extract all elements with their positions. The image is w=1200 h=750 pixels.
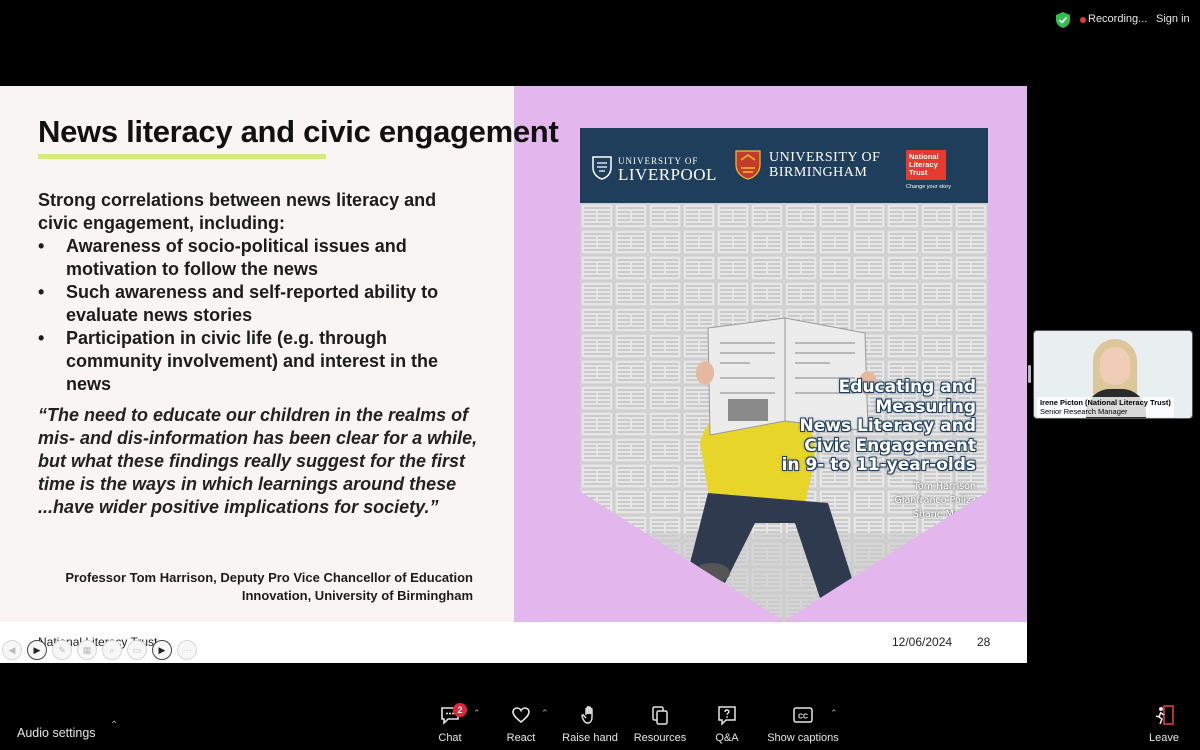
slide-intro: Strong correlations between news literac… [38,190,437,233]
captions-icon: CC [793,707,813,723]
liverpool-logo-big: LIVERPOOL [618,165,717,184]
raise-hand-label: Raise hand [562,732,618,744]
cover-authors: Tom Harrison Gianfranco Polizz Shane McL… [895,480,976,522]
show-captions-label: Show captions [767,732,839,744]
liverpool-crest-icon [592,156,612,180]
cover-title-line: News Literacy and [799,416,977,436]
slides-grid-icon[interactable]: ▦ [77,640,97,660]
recording-indicator[interactable]: Recording... [1088,13,1147,25]
next-slide-icon[interactable]: ▶ [27,640,47,660]
cover-header: UNIVERSITY OF LIVERPOOL UNIVERSITY OF BI… [580,128,988,203]
cover-title-line: Measuring [875,396,976,417]
cover-title: Educating and Measuring News Literacy an… [716,377,977,476]
raise-hand-button[interactable]: Raise hand [562,704,618,744]
nlt-logo: National Literacy Trust [906,150,946,180]
subtitles-icon[interactable]: ▭ [127,640,147,660]
resources-label: Resources [633,732,687,744]
pen-icon[interactable]: ✎ [52,640,72,660]
cover-photo: Educating and Measuring News Literacy an… [580,203,988,621]
birmingham-logo-line1: UNIVERSITY OF [769,150,881,165]
participant-face [1100,347,1130,385]
react-caret-icon[interactable]: ⌃ [541,708,549,719]
resources-icon [652,706,668,725]
audio-settings-button[interactable]: Audio settings [17,726,96,740]
leave-label: Leave [1149,732,1179,744]
chat-unread-badge: 2 [453,703,467,717]
captions-caret-icon[interactable]: ⌃ [830,708,838,719]
slide-quote: “The need to educate our children in the… [38,405,478,517]
bullet-item: Such awareness and self-reported ability… [38,281,478,327]
resources-button[interactable]: Resources [632,704,688,744]
qa-button[interactable]: Q&A [710,704,744,744]
nlt-tagline: Change your story [906,184,951,190]
slide-title: News literacy and civic engagement [38,114,559,149]
cover-title-line: Educating and [838,377,976,397]
more-options-icon[interactable]: ⋯ [177,640,197,660]
participant-video-tile[interactable]: Irene Picton (National Literacy Trust) S… [1033,330,1193,419]
heart-icon [512,707,530,724]
birmingham-logo-line2: BIRMINGHAM [769,165,868,180]
chat-caret-icon[interactable]: ⌃ [473,708,481,719]
bullet-item: Participation in civic life (e.g. throug… [38,327,478,396]
svg-text:CC: CC [798,714,808,721]
cover-author: Gianfranco Polizz [894,495,976,506]
title-underline [38,154,326,159]
quote-attribution: Professor Tom Harrison, Deputy Pro Vice … [65,570,473,603]
hand-icon [581,706,593,724]
footer-date: 12/06/2024 [892,635,953,649]
show-captions-button[interactable]: CC Show captions [766,704,840,744]
leave-door-icon [1155,705,1174,725]
recording-dot-icon [1080,17,1086,23]
qa-icon [718,706,736,726]
liverpool-logo: UNIVERSITY OF LIVERPOOL [592,154,717,184]
zoom-icon[interactable]: ⌕ [102,640,122,660]
cover-title-line: in 9- to 11-year-olds [781,455,976,475]
leave-button[interactable]: Leave [1146,704,1182,744]
bullet-item: Awareness of socio-political issues and … [38,235,478,281]
cover-author: Tom Harrison [913,481,976,492]
panel-resize-handle[interactable] [1028,365,1031,383]
react-button[interactable]: React [502,704,540,744]
birmingham-logo: UNIVERSITY OF BIRMINGHAM [735,150,880,180]
react-label: React [506,732,536,744]
cover-title-line: Civic Engagement [804,435,976,456]
audio-caret-icon[interactable]: ⌃ [110,720,118,731]
birmingham-crest-icon [735,150,761,180]
book-cover: UNIVERSITY OF LIVERPOOL UNIVERSITY OF BI… [580,128,988,621]
previous-slide-icon[interactable]: ◀ [2,640,22,660]
participant-role: Senior Research Manager [1040,407,1128,416]
slide-controls: ◀ ▶ ✎ ▦ ⌕ ▭ ▶ ⋯ [2,640,197,662]
camera-icon[interactable]: ▶ [152,640,172,660]
qa-label: Q&A [715,732,739,744]
participant-name: Irene Picton (National Literacy Trust) [1040,398,1171,407]
footer-page-number: 28 [977,635,991,649]
cover-author: Shane McLou [912,509,976,520]
chat-label: Chat [438,732,462,744]
bullet-list: Awareness of socio-political issues and … [38,235,478,396]
participant-name-label: Irene Picton (National Literacy Trust) S… [1037,397,1174,417]
shield-check-icon [1056,12,1070,28]
sign-in-button[interactable]: Sign in [1156,13,1190,25]
top-bar: Recording... Sign in [0,0,1200,40]
